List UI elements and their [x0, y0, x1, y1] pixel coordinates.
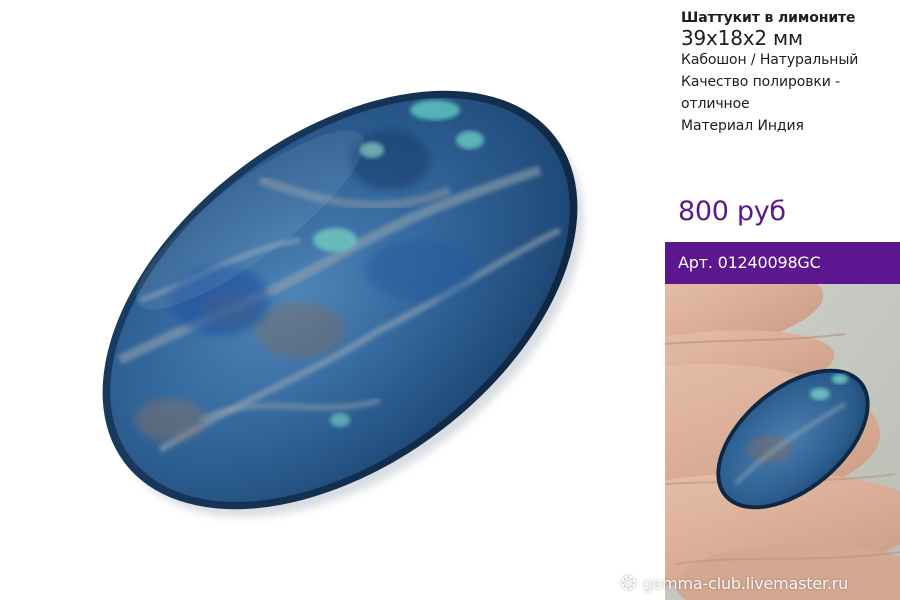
product-detail-line: Кабошон / Натуральный [681, 52, 859, 68]
product-price: 800 руб [678, 196, 786, 227]
product-size: 39x18x2 мм [681, 26, 803, 50]
hand-photo [665, 284, 900, 600]
sun-logo-icon: ❂ [620, 571, 637, 595]
main-stone-image [0, 0, 665, 600]
product-detail-line: Качество полировки - [681, 74, 841, 90]
product-detail-line: Материал Индия [681, 118, 804, 134]
product-info: Шаттукит в лимоните 39x18x2 мм Кабошон /… [681, 10, 896, 137]
article-number: Арт. 01240098GC [678, 253, 821, 272]
product-title: Шаттукит в лимоните [681, 10, 856, 26]
watermark: ❂ gemma-club.livemaster.ru [620, 572, 848, 594]
product-detail-line: отличное [681, 96, 750, 112]
article-bar: Арт. 01240098GC [665, 242, 900, 284]
watermark-text: gemma-club.livemaster.ru [642, 573, 849, 593]
